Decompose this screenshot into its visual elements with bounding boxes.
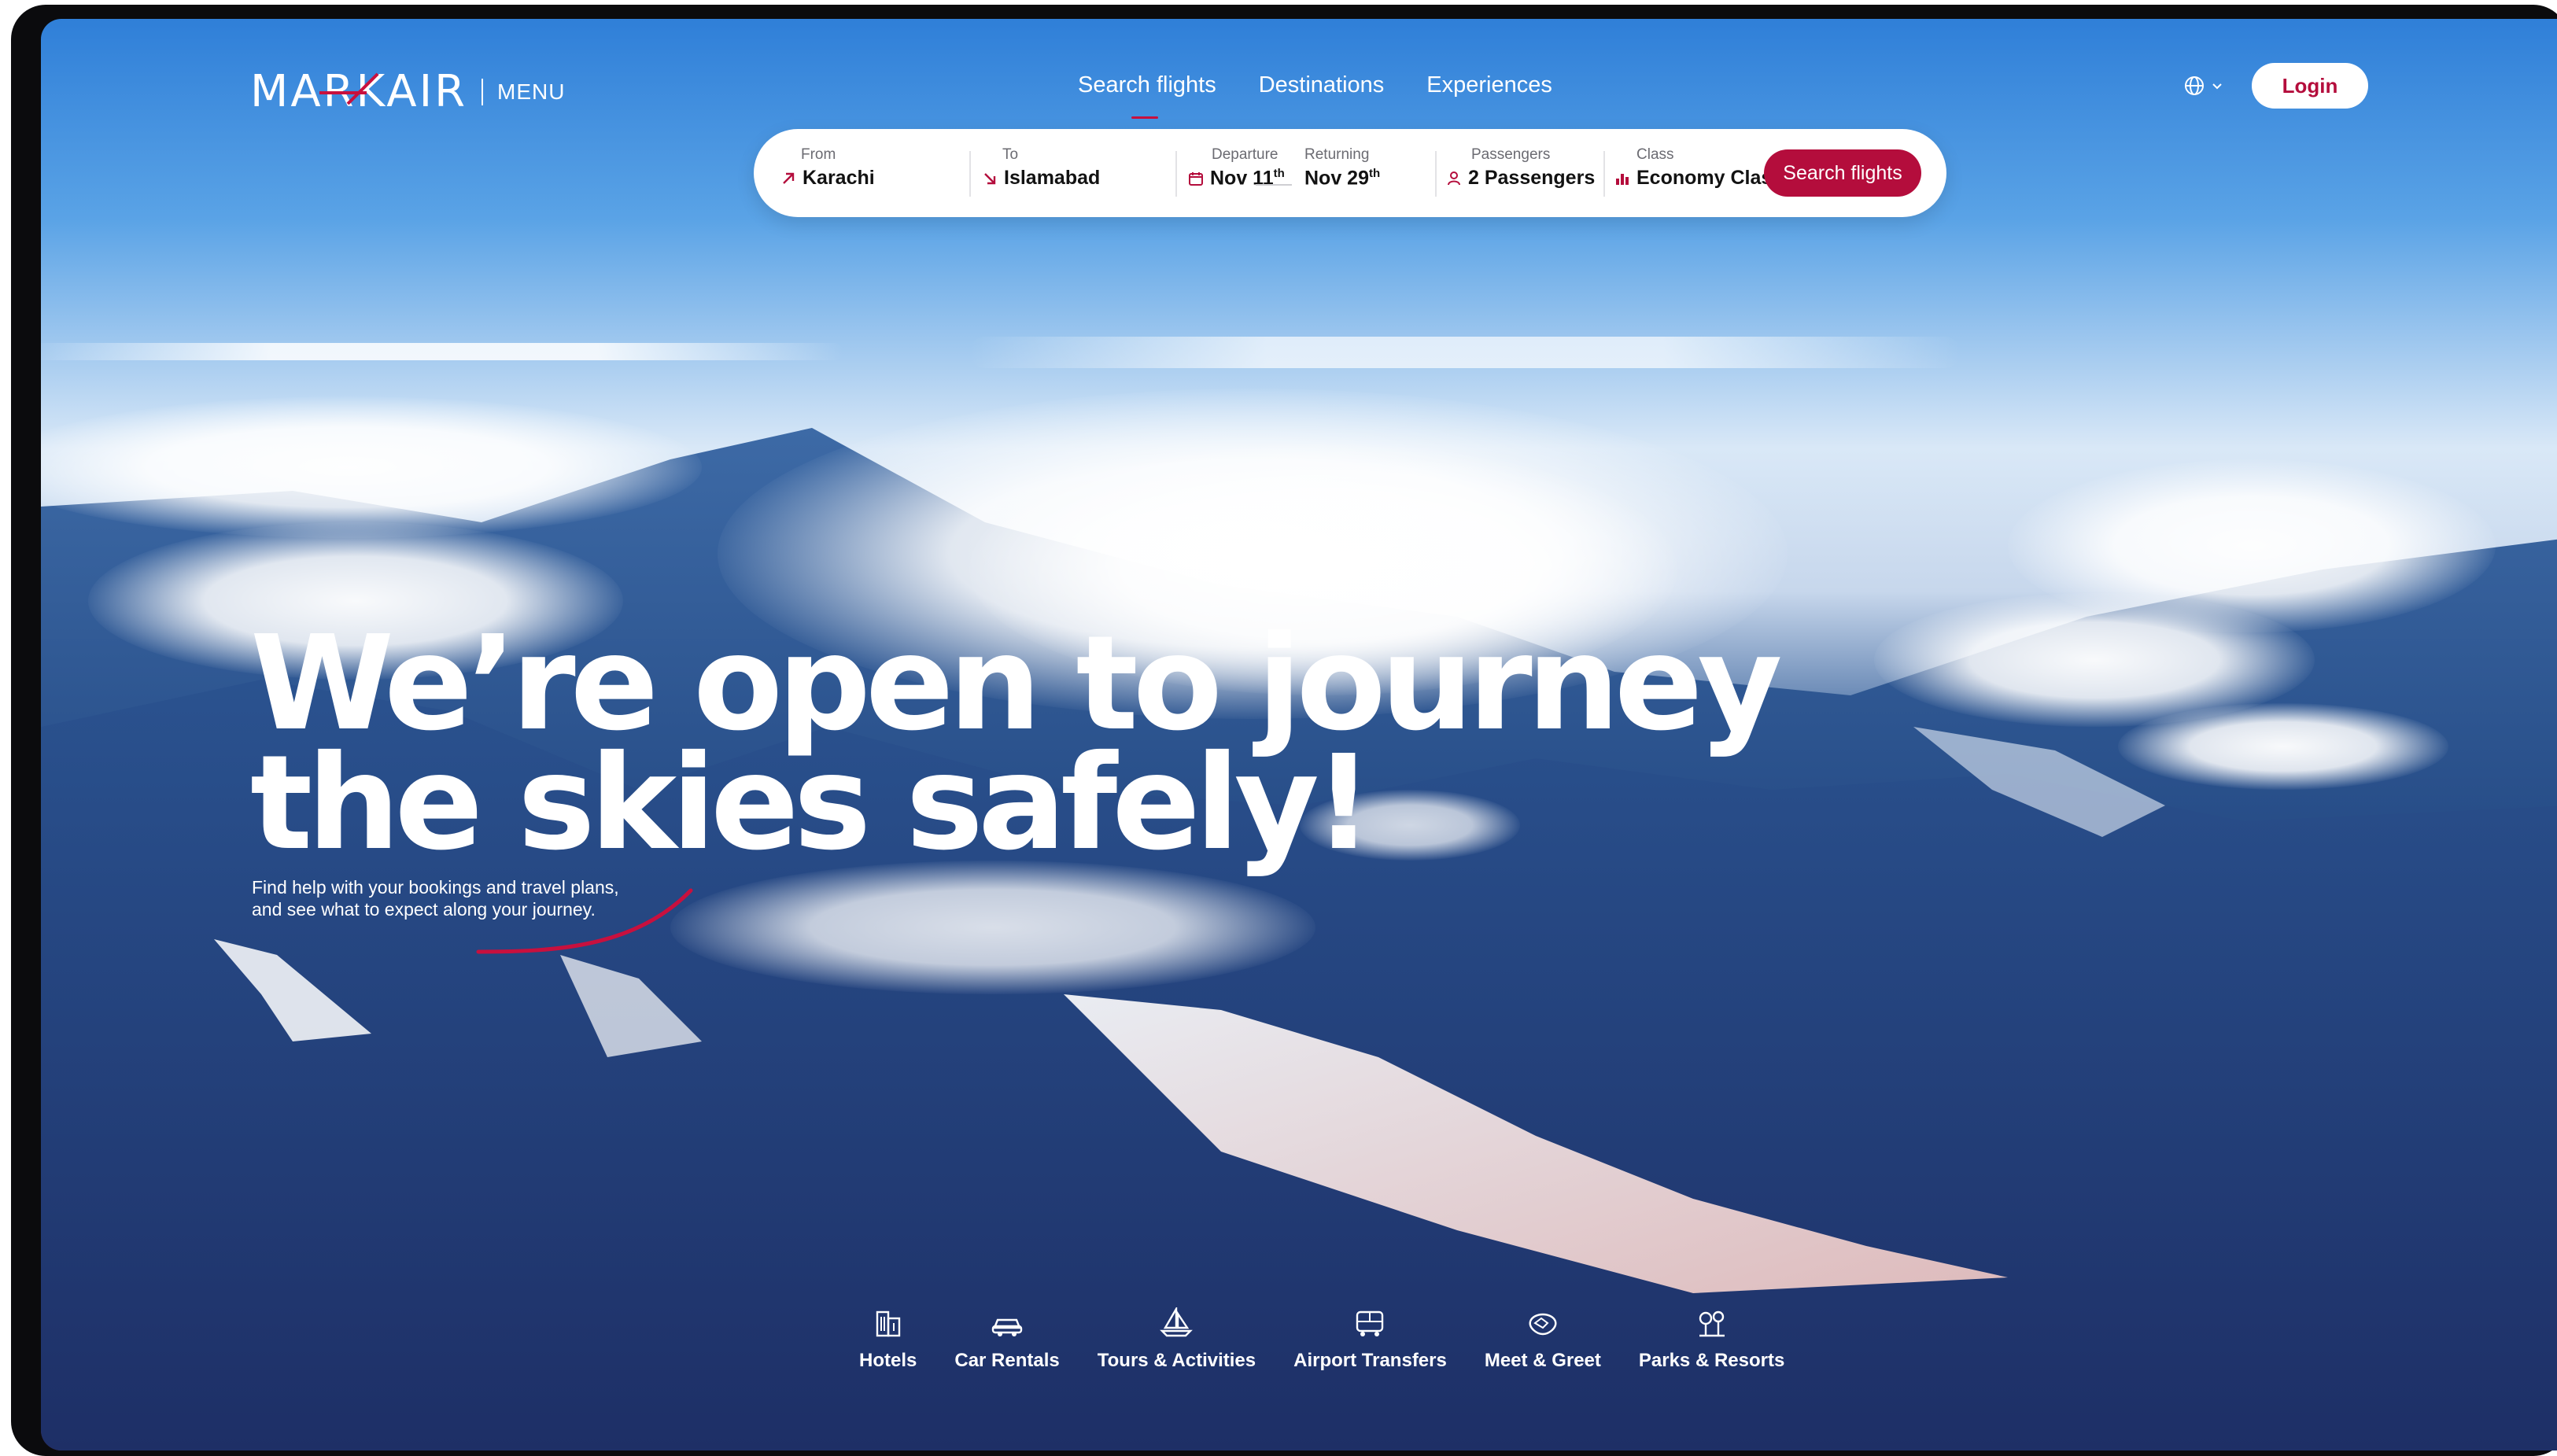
service-label: Car Rentals	[954, 1350, 1060, 1371]
field-divider	[1175, 151, 1177, 197]
departure-value: Nov 11th	[1210, 167, 1285, 190]
top-navigation: Search flights Destinations Experiences	[1078, 72, 1552, 119]
logo-divider	[482, 78, 484, 105]
globe-icon	[2185, 76, 2204, 95]
hotel-icon	[876, 1310, 900, 1337]
service-label: Airport Transfers	[1293, 1350, 1447, 1371]
service-tours-activities[interactable]: Tours & Activities	[1098, 1307, 1256, 1372]
hero-title-line-2: the skies safely!	[250, 728, 1374, 879]
service-label: Hotels	[859, 1350, 917, 1371]
service-car-rentals[interactable]: Car Rentals	[954, 1307, 1060, 1372]
services-bar: Hotels Car Rentals Tours & Activities Ai…	[859, 1307, 1784, 1372]
field-divider	[969, 151, 971, 197]
nav-destinations[interactable]: Destinations	[1259, 72, 1385, 98]
device-frame: MARKAIR MENU Search flights Destinations…	[11, 5, 2557, 1456]
arrow-down-right-icon	[984, 172, 996, 184]
class-value: Economy Class	[1636, 167, 1784, 189]
service-label: Meet & Greet	[1484, 1350, 1601, 1371]
menu-button[interactable]: MENU	[497, 79, 565, 105]
from-value: Karachi	[803, 167, 875, 189]
handshake-icon	[1529, 1313, 1557, 1336]
field-divider	[1435, 151, 1437, 197]
bus-icon	[1356, 1310, 1384, 1336]
hero-title: We’re open to journey the skies safely!	[250, 619, 1783, 869]
calendar-icon	[1189, 171, 1203, 186]
to-value: Islamabad	[1004, 167, 1101, 189]
login-button[interactable]: Login	[2252, 63, 2368, 109]
nav-experiences[interactable]: Experiences	[1426, 72, 1552, 98]
hero-background: MARKAIR MENU Search flights Destinations…	[41, 19, 2557, 1450]
car-icon	[991, 1318, 1023, 1336]
service-label: Parks & Resorts	[1638, 1350, 1785, 1371]
service-hotels[interactable]: Hotels	[859, 1307, 917, 1372]
returning-value: Nov 29th	[1304, 167, 1381, 190]
service-label: Tours & Activities	[1097, 1350, 1256, 1371]
departure-suffix: th	[1273, 167, 1285, 180]
service-parks-resorts[interactable]: Parks & Resorts	[1639, 1307, 1784, 1372]
date-range-dash	[1256, 184, 1292, 186]
logo-accent-slash-icon	[319, 72, 379, 105]
returning-field[interactable]: Returning Nov 29th	[1304, 146, 1380, 190]
accent-swoosh-icon	[476, 888, 693, 954]
seat-class-icon	[1616, 173, 1629, 185]
sailboat-icon	[1160, 1307, 1194, 1337]
passengers-field[interactable]: Passengers 2 Passengers	[1446, 146, 1595, 190]
field-divider	[1603, 151, 1605, 197]
cloud	[2118, 703, 2448, 790]
departure-label: Departure	[1212, 146, 1278, 163]
from-label: From	[801, 146, 836, 163]
returning-suffix: th	[1368, 167, 1381, 180]
service-meet-greet[interactable]: Meet & Greet	[1485, 1307, 1601, 1372]
passengers-value: 2 Passengers	[1468, 167, 1596, 189]
chevron-down-icon	[2212, 83, 2222, 90]
to-label: To	[1002, 146, 1019, 163]
cloud	[670, 861, 1315, 994]
flight-search-bar: From Karachi To Islamabad Departure Nov …	[754, 129, 1946, 217]
class-field[interactable]: Class Economy Class	[1614, 146, 1783, 190]
arrow-up-right-icon	[783, 172, 795, 184]
search-flights-button[interactable]: Search flights	[1764, 149, 1921, 197]
from-field[interactable]: From Karachi	[780, 146, 875, 190]
to-field[interactable]: To Islamabad	[982, 146, 1100, 190]
person-icon	[1448, 171, 1460, 185]
language-selector[interactable]	[2184, 76, 2223, 96]
brand-logo[interactable]: MARKAIR MENU	[250, 66, 565, 117]
service-airport-transfers[interactable]: Airport Transfers	[1293, 1307, 1447, 1372]
passengers-label: Passengers	[1471, 146, 1551, 163]
nav-search-flights[interactable]: Search flights	[1078, 72, 1216, 119]
returning-label: Returning	[1304, 146, 1370, 163]
class-label: Class	[1636, 146, 1674, 163]
trees-icon	[1699, 1310, 1725, 1337]
